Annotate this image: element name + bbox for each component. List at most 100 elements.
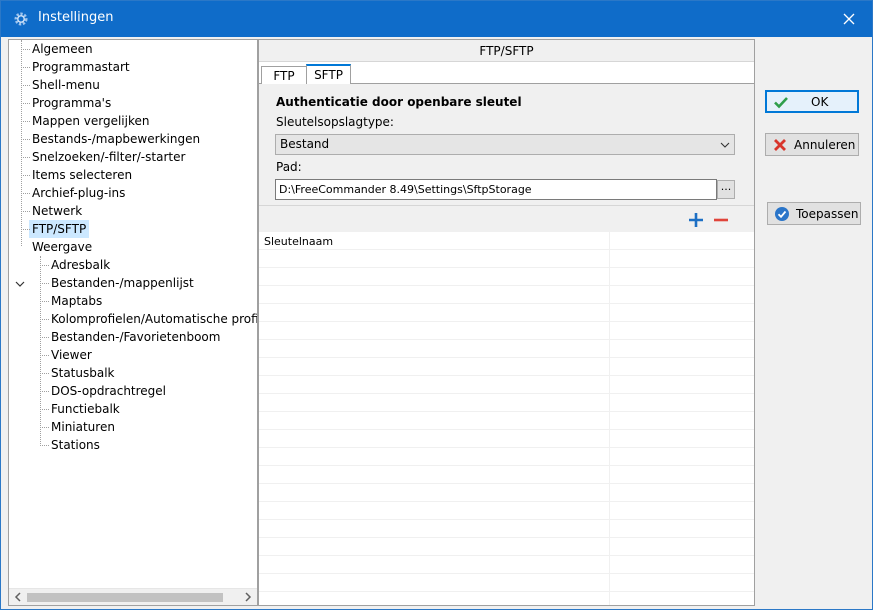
tree-connector	[40, 283, 49, 284]
list-row[interactable]	[259, 430, 754, 448]
column-divider	[609, 232, 610, 605]
scroll-left-icon[interactable]	[13, 592, 23, 602]
settings-tree[interactable]: Algemeen Programmastart Shell-menu Programm…	[8, 39, 258, 606]
tree-connector	[21, 211, 30, 212]
tree-item[interactable]: DOS-opdrachtregel	[48, 382, 169, 400]
ok-button[interactable]: OK	[765, 90, 859, 113]
tree-connector	[40, 373, 49, 374]
tree-connector	[21, 67, 30, 68]
ftp-sftp-panel: FTP/SFTP FTP SFTP Authenticatie door ope…	[258, 39, 755, 606]
scrollbar-thumb[interactable]	[27, 593, 223, 602]
tree-item[interactable]: Weergave	[29, 238, 95, 256]
list-row[interactable]	[259, 322, 754, 340]
tree-connector	[21, 229, 30, 230]
tree-item[interactable]: Bestanden-/Favorietenboom	[48, 328, 223, 346]
tree-item[interactable]: Miniaturen	[48, 418, 118, 436]
list-row[interactable]	[259, 520, 754, 538]
apply-button[interactable]: Toepassen	[767, 202, 861, 225]
sftp-settings: Authenticatie door openbare sleutel Sleu…	[259, 84, 754, 206]
chevron-down-icon[interactable]	[15, 279, 25, 289]
browse-button[interactable]: ...	[717, 180, 735, 199]
tree-connector	[40, 265, 49, 266]
tree-item[interactable]: Snelzoeken/-filter/-starter	[29, 148, 188, 166]
close-button[interactable]	[826, 1, 872, 37]
tree-connector	[40, 337, 49, 338]
tree-connector	[40, 445, 49, 446]
remove-icon[interactable]	[712, 211, 730, 229]
tree-connector	[21, 49, 30, 50]
list-row[interactable]	[259, 412, 754, 430]
tree-item[interactable]: FTP/SFTP	[29, 220, 90, 238]
list-row[interactable]	[259, 358, 754, 376]
storage-type-label: Sleutelsopslagtype:	[276, 115, 394, 129]
list-row[interactable]	[259, 394, 754, 412]
list-row[interactable]	[259, 304, 754, 322]
tree-horizontal-scrollbar[interactable]	[9, 588, 257, 605]
settings-window: Instellingen Algemeen Programmastart Shell…	[0, 0, 873, 610]
list-row[interactable]	[259, 466, 754, 484]
tree-item[interactable]: Bestanden-/mappenlijst	[48, 274, 197, 292]
check-circle-icon	[775, 206, 789, 221]
tree-connector	[21, 103, 30, 104]
tree-item[interactable]: Archief-plug-ins	[29, 184, 128, 202]
storage-type-select[interactable]: Bestand	[275, 134, 735, 155]
list-row[interactable]	[259, 484, 754, 502]
list-row[interactable]	[259, 574, 754, 592]
list-row[interactable]	[259, 268, 754, 286]
list-row[interactable]	[259, 232, 754, 250]
list-row[interactable]	[259, 538, 754, 556]
tab-strip: FTP SFTP	[259, 62, 754, 85]
tree-item[interactable]: Algemeen	[29, 40, 96, 58]
tab-ftp[interactable]: FTP	[261, 66, 306, 84]
tree-connector	[21, 85, 30, 86]
panel-header: FTP/SFTP	[259, 40, 754, 62]
ok-label: OK	[811, 94, 829, 109]
cancel-button[interactable]: Annuleren	[765, 133, 859, 156]
add-icon[interactable]	[687, 211, 705, 229]
list-row[interactable]	[259, 556, 754, 574]
list-row[interactable]	[259, 448, 754, 466]
tree-connector	[21, 193, 30, 194]
path-label: Pad:	[276, 160, 302, 174]
tree-connector	[21, 139, 30, 140]
key-list-toolbar	[259, 206, 754, 232]
list-row[interactable]	[259, 250, 754, 268]
list-row[interactable]	[259, 340, 754, 358]
scroll-right-icon[interactable]	[243, 592, 253, 602]
storage-type-value: Bestand	[280, 137, 330, 151]
tree-item[interactable]: Netwerk	[29, 202, 85, 220]
title-bar[interactable]: Instellingen	[1, 1, 872, 37]
column-header-key-name[interactable]: Sleutelnaam	[264, 235, 333, 248]
tree-connector	[40, 391, 49, 392]
tree-connector	[40, 409, 49, 410]
close-icon	[774, 138, 786, 151]
tree-connector	[40, 319, 49, 320]
tree-item[interactable]: Programma's	[29, 94, 114, 112]
tree-item[interactable]: Statusbalk	[48, 364, 118, 382]
tree-connector	[21, 121, 30, 122]
tree-connector	[40, 427, 49, 428]
tree-item[interactable]: Functiebalk	[48, 400, 123, 418]
tree-item[interactable]: Adresbalk	[48, 256, 113, 274]
tree-item[interactable]: Stations	[48, 436, 103, 454]
window-title: Instellingen	[38, 10, 114, 25]
tree-item[interactable]: Bestands-/mapbewerkingen	[29, 130, 203, 148]
tree-item[interactable]: Maptabs	[48, 292, 105, 310]
chevron-down-icon	[720, 142, 730, 148]
tree-item[interactable]: Shell-menu	[29, 76, 103, 94]
tree-item[interactable]: Mappen vergelijken	[29, 112, 152, 130]
apply-label: Toepassen	[796, 206, 859, 221]
path-field[interactable]: D:\FreeCommander 8.49\Settings\SftpStora…	[275, 179, 717, 200]
tree-item[interactable]: Viewer	[48, 346, 95, 364]
tree-item[interactable]: Programmastart	[29, 58, 133, 76]
tree-list: Algemeen Programmastart Shell-menu Programm…	[9, 40, 257, 589]
tree-item[interactable]: Items selecteren	[29, 166, 135, 184]
list-row[interactable]	[259, 286, 754, 304]
tree-connector	[40, 301, 49, 302]
tab-sftp[interactable]: SFTP	[306, 64, 351, 85]
list-row[interactable]	[259, 376, 754, 394]
list-row[interactable]	[259, 502, 754, 520]
key-list[interactable]: Sleutelnaam	[259, 232, 754, 605]
tree-item[interactable]: Kolomprofielen/Automatische profielen	[48, 310, 257, 328]
tree-connector	[21, 175, 30, 176]
